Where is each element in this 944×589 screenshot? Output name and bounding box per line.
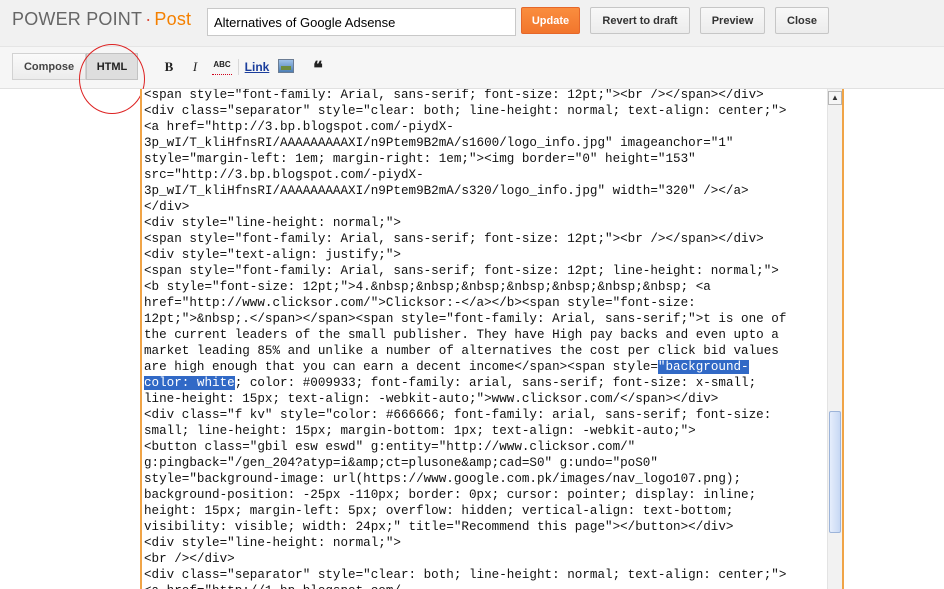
code-text-before: <span style="font-family: Arial, sans-se…	[144, 89, 787, 374]
tab-compose[interactable]: Compose	[12, 53, 86, 80]
scroll-up-icon[interactable]: ▲	[828, 91, 842, 105]
editor-toolbar: Compose HTML B I ABC Link ❝	[0, 47, 944, 89]
scrollbar-thumb[interactable]	[829, 411, 841, 533]
section-name: Post	[154, 9, 192, 29]
quote-icon[interactable]: ❝	[310, 58, 326, 78]
code-text-after: ; color: #009933; font-family: arial, sa…	[144, 376, 787, 589]
italic-icon[interactable]: I	[188, 58, 202, 76]
html-editor[interactable]: <span style="font-family: Arial, sans-se…	[140, 89, 844, 589]
update-button[interactable]: Update	[521, 7, 580, 34]
link-button[interactable]: Link	[244, 58, 270, 76]
top-bar: POWER POINT·Post Update Revert to draft …	[0, 0, 944, 47]
blog-brand: POWER POINT · Post	[12, 9, 191, 30]
vertical-scrollbar[interactable]: ▲	[827, 89, 842, 589]
image-icon[interactable]	[278, 59, 294, 73]
spellcheck-icon[interactable]: ABC	[211, 58, 233, 76]
post-title-input[interactable]	[207, 8, 516, 36]
toolbar-divider	[238, 59, 239, 75]
tab-html[interactable]: HTML	[86, 53, 138, 80]
html-source-textarea[interactable]: <span style="font-family: Arial, sans-se…	[144, 89, 829, 589]
close-button[interactable]: Close	[775, 7, 829, 34]
revert-to-draft-button[interactable]: Revert to draft	[590, 7, 690, 34]
bold-icon[interactable]: B	[162, 58, 176, 76]
preview-button[interactable]: Preview	[700, 7, 765, 34]
blog-name: POWER POINT	[12, 9, 143, 29]
brand-separator: ·	[145, 9, 152, 29]
